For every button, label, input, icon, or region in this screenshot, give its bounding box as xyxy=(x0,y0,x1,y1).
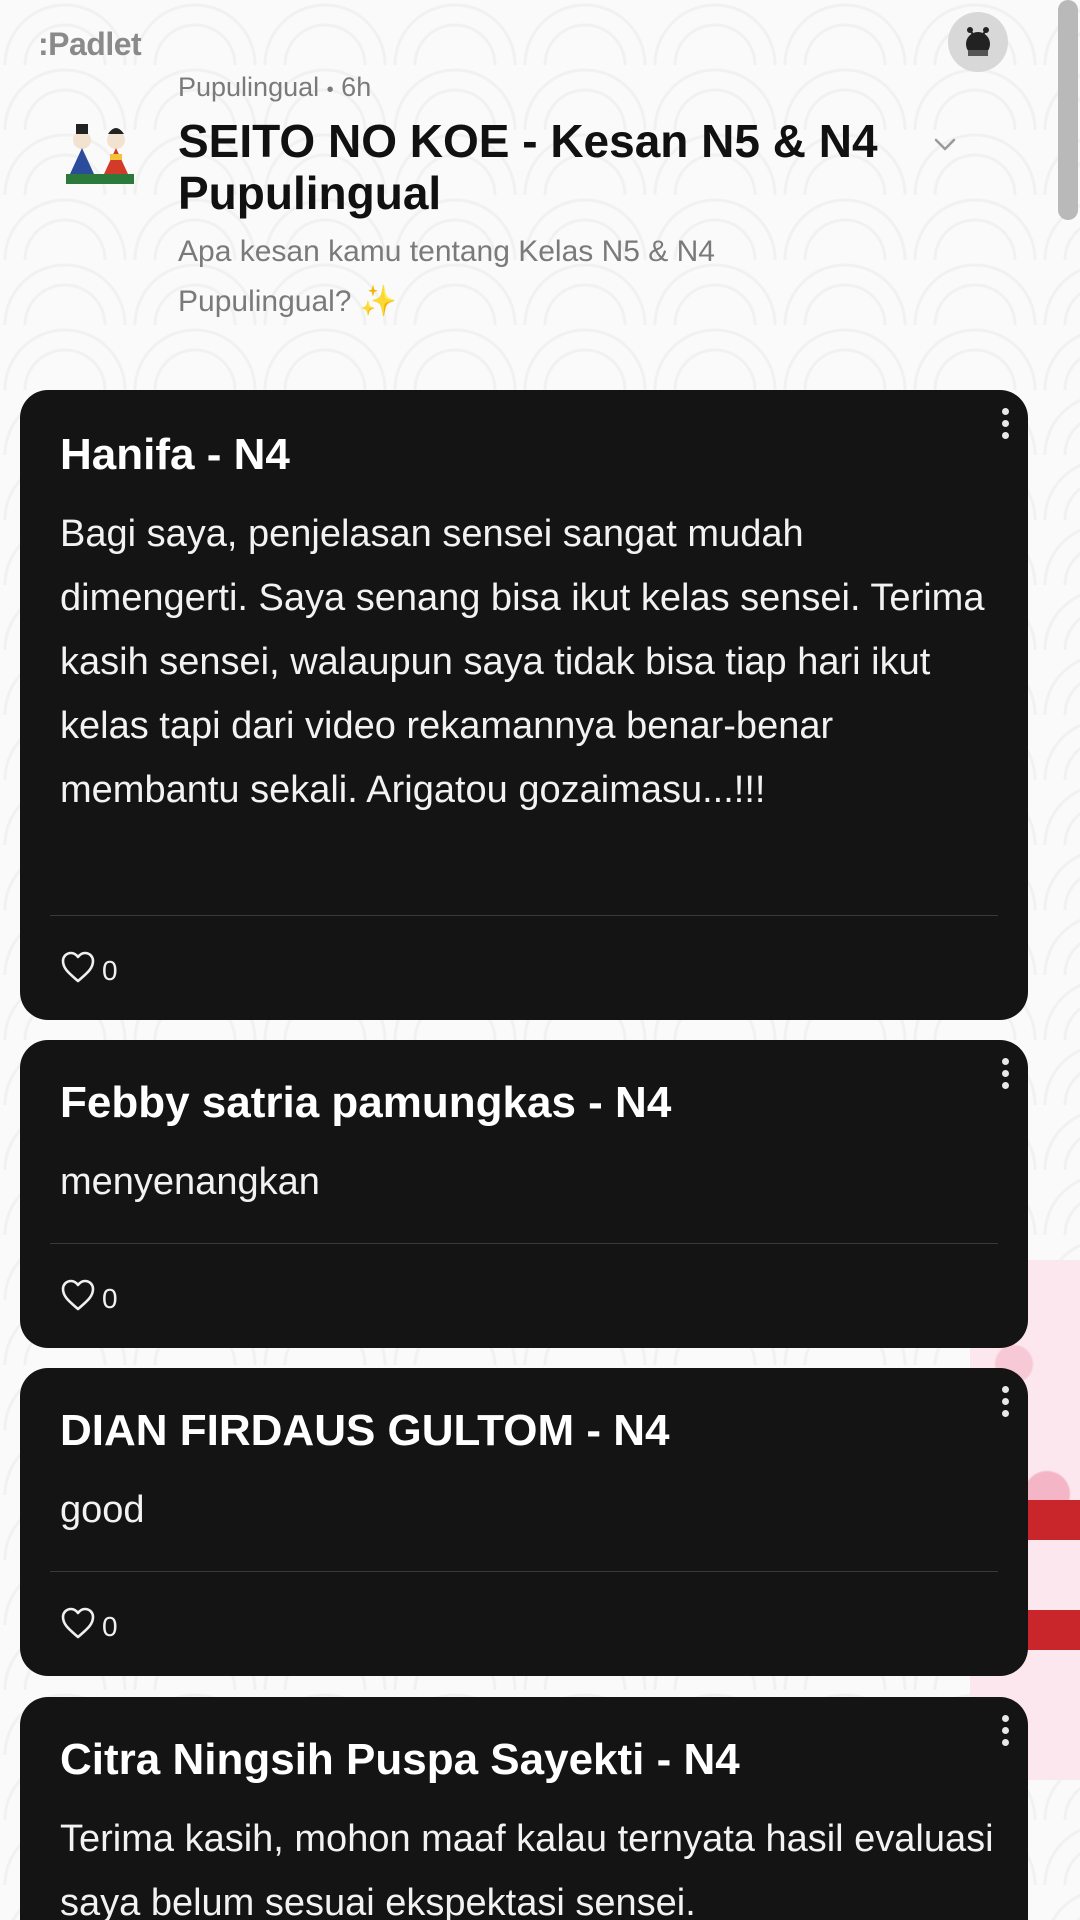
meta-separator: • xyxy=(326,79,334,101)
more-vertical-icon[interactable] xyxy=(1000,408,1010,439)
like-count: 0 xyxy=(102,1282,118,1314)
padlet-logo[interactable]: :Padlet xyxy=(38,26,142,63)
board-header: Pupulingual • 6h SEITO NO KOE - Kesan N5… xyxy=(60,72,960,327)
post-divider xyxy=(50,1571,998,1572)
post-body: Terima kasih, mohon maaf kalau ternyata … xyxy=(60,1818,994,1920)
post-divider xyxy=(50,915,998,916)
post-card[interactable]: Hanifa - N4 Bagi saya, penjelasan sensei… xyxy=(20,390,1028,1020)
more-vertical-icon[interactable] xyxy=(1000,1058,1010,1089)
heart-icon xyxy=(60,950,96,991)
post-title: DIAN FIRDAUS GULTOM - N4 xyxy=(60,1406,670,1455)
like-count: 0 xyxy=(102,954,118,986)
wallpaper-red-band xyxy=(1020,1610,1080,1650)
board-description: Apa kesan kamu tentang Kelas N5 & N4 Pup… xyxy=(178,235,715,318)
post-card[interactable]: Citra Ningsih Puspa Sayekti - N4 Terima … xyxy=(20,1697,1028,1920)
post-title: Citra Ningsih Puspa Sayekti - N4 xyxy=(60,1735,740,1784)
user-avatar-icon[interactable] xyxy=(948,12,1008,72)
board-meta: Pupulingual • 6h xyxy=(178,72,960,103)
board-time: 6h xyxy=(341,72,372,102)
like-button[interactable]: 0 xyxy=(60,950,118,991)
like-button[interactable]: 0 xyxy=(60,1606,118,1647)
wallpaper-red-band xyxy=(1020,1500,1080,1540)
board-title[interactable]: SEITO NO KOE - Kesan N5 & N4 Pupulingual xyxy=(178,115,926,219)
like-count: 0 xyxy=(102,1610,118,1642)
post-body: Bagi saya, penjelasan sensei sangat muda… xyxy=(60,513,985,811)
post-title: Febby satria pamungkas - N4 xyxy=(60,1078,672,1127)
page-scrollbar[interactable] xyxy=(1058,0,1078,220)
more-vertical-icon[interactable] xyxy=(1000,1386,1010,1417)
post-title: Hanifa - N4 xyxy=(60,430,290,479)
chevron-down-icon[interactable] xyxy=(930,129,960,164)
post-body: good xyxy=(60,1489,145,1531)
like-button[interactable]: 0 xyxy=(60,1278,118,1319)
heart-icon xyxy=(60,1606,96,1647)
hina-dolls-icon xyxy=(60,114,140,194)
post-divider xyxy=(50,1243,998,1244)
post-body: menyenangkan xyxy=(60,1161,320,1203)
post-card[interactable]: Febby satria pamungkas - N4 menyenangkan… xyxy=(20,1040,1028,1348)
heart-icon xyxy=(60,1278,96,1319)
board-author[interactable]: Pupulingual xyxy=(178,72,319,102)
post-card[interactable]: DIAN FIRDAUS GULTOM - N4 good 0 xyxy=(20,1368,1028,1676)
more-vertical-icon[interactable] xyxy=(1000,1715,1010,1746)
